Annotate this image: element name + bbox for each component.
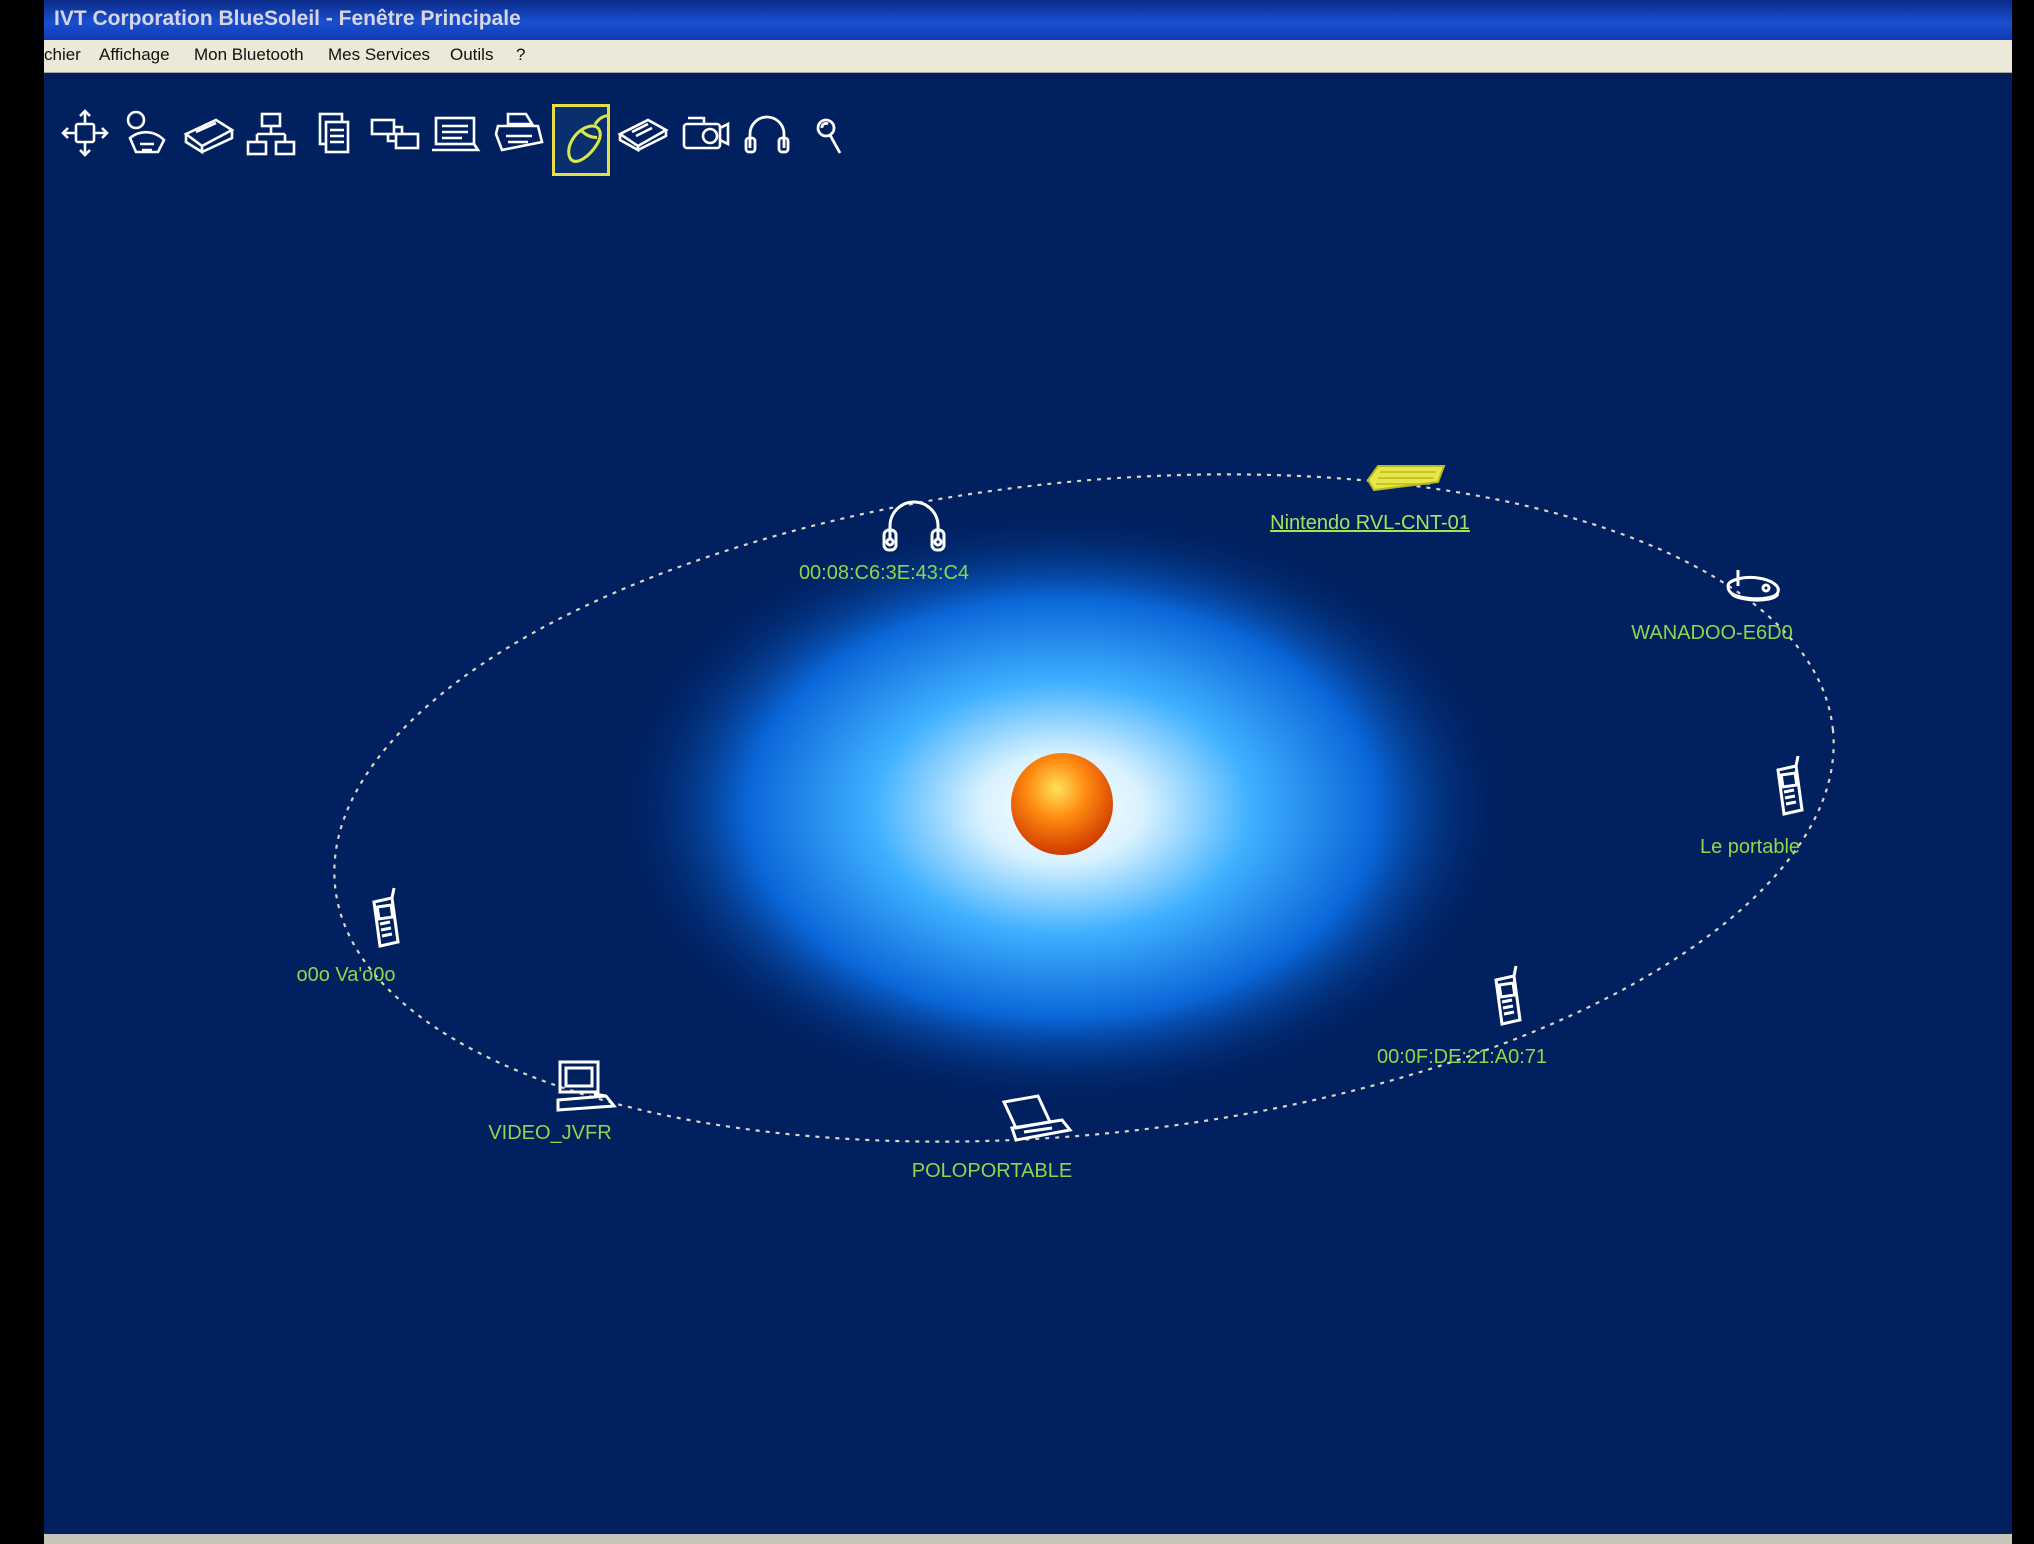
menu-help[interactable]: ?	[516, 45, 525, 65]
device-label[interactable]: Le portable	[1700, 836, 1800, 859]
device-label[interactable]: 00:0F:DE:21:A0:71	[1377, 1046, 1547, 1069]
camera-icon[interactable]	[676, 104, 734, 176]
fax-icon[interactable]	[180, 104, 238, 176]
object-push-icon[interactable]	[428, 104, 486, 176]
main-window: IVT Corporation BlueSoleil - Fenêtre Pri…	[44, 0, 2012, 1544]
local-device-sun[interactable]	[1011, 753, 1113, 855]
window-title: IVT Corporation BlueSoleil - Fenêtre Pri…	[54, 7, 521, 30]
device-keyboard-icon[interactable]	[1366, 465, 1446, 492]
device-headset-icon[interactable]	[882, 500, 946, 552]
device-label-selected[interactable]: Nintendo RVL-CNT-01	[1270, 512, 1470, 535]
device-mobile-phone-icon[interactable]	[1494, 965, 1522, 1026]
menu-outils[interactable]: Outils	[450, 45, 493, 65]
file-transfer-icon[interactable]	[304, 104, 362, 176]
device-desktop-computer-icon[interactable]	[556, 1060, 617, 1112]
menu-bar: chier Affichage Mon Bluetooth Mes Servic…	[44, 40, 2012, 73]
lan-access-icon[interactable]	[242, 104, 300, 176]
device-label[interactable]: o0o Va'o0o	[296, 964, 395, 987]
pim-sync-icon[interactable]	[366, 104, 424, 176]
device-label[interactable]: VIDEO_JVFR	[488, 1122, 611, 1145]
serial-port-icon[interactable]	[614, 104, 672, 176]
hid-mouse-icon[interactable]	[552, 104, 610, 176]
menu-mes-services[interactable]: Mes Services	[328, 45, 430, 65]
device-map	[333, 465, 1835, 1143]
menu-fichier[interactable]: chier	[44, 45, 81, 65]
printer-icon[interactable]	[490, 104, 548, 176]
device-mobile-phone-icon[interactable]	[1776, 755, 1804, 816]
audio-gateway-icon[interactable]	[800, 104, 858, 176]
service-toolbar	[52, 104, 952, 176]
headset-icon[interactable]	[738, 104, 796, 176]
device-laptop-icon[interactable]	[1001, 1094, 1073, 1142]
device-router-icon[interactable]	[1726, 570, 1780, 602]
dial-up-networking-icon[interactable]	[118, 104, 176, 176]
title-bar[interactable]: IVT Corporation BlueSoleil - Fenêtre Pri…	[44, 0, 2012, 40]
network-access-icon[interactable]	[56, 104, 114, 176]
menu-affichage[interactable]: Affichage	[99, 45, 170, 65]
menu-mon-bluetooth[interactable]: Mon Bluetooth	[194, 45, 304, 65]
status-bar	[44, 1534, 2012, 1544]
device-label[interactable]: POLOPORTABLE	[912, 1160, 1072, 1183]
device-mobile-phone-icon[interactable]	[372, 887, 400, 948]
device-label[interactable]: WANADOO-E6D0	[1631, 622, 1793, 645]
device-label[interactable]: 00:08:C6:3E:43:C4	[799, 562, 969, 585]
